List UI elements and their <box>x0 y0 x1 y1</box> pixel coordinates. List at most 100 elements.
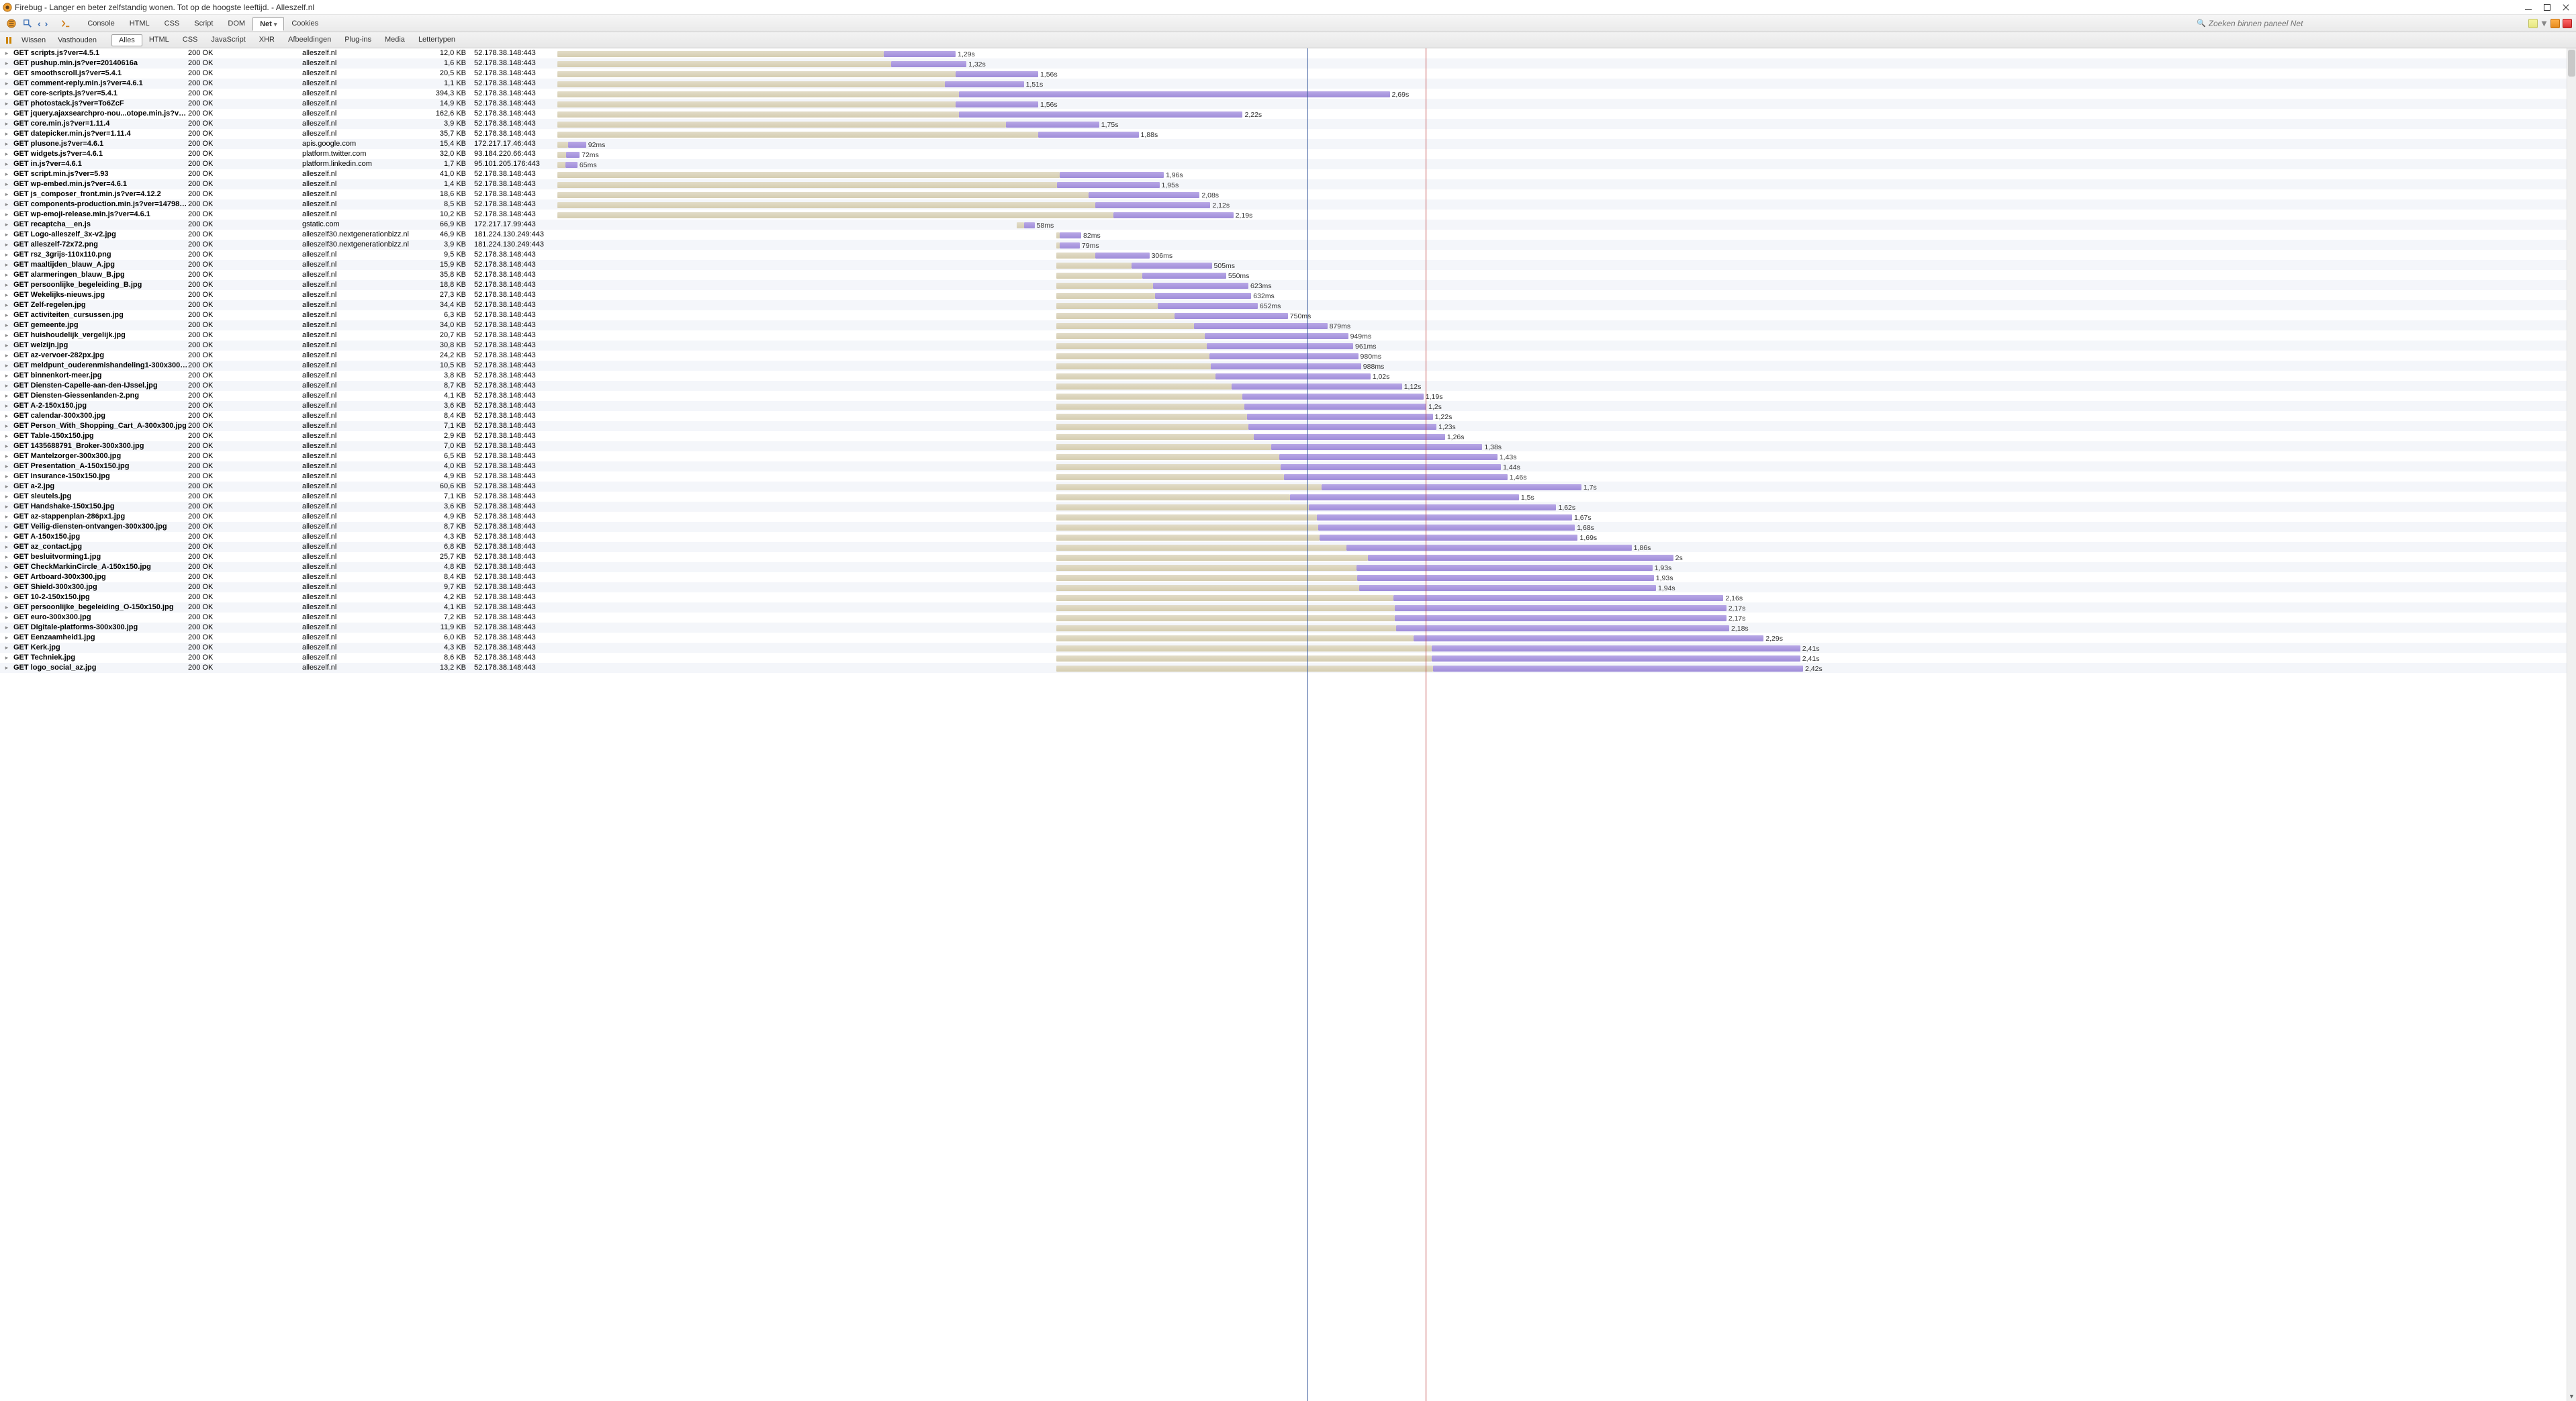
request-url-cell[interactable]: GET Insurance-150x150.jpg <box>13 471 188 482</box>
net-request-row[interactable]: GET az-stappenplan-286px1.jpg200 OKalles… <box>0 512 2567 522</box>
expand-toggle[interactable] <box>0 280 13 290</box>
inspect-button[interactable] <box>20 17 35 30</box>
net-request-row[interactable]: GET wp-embed.min.js?ver=4.6.1200 OKalles… <box>0 179 2567 189</box>
expand-toggle[interactable] <box>0 48 13 58</box>
expand-toggle[interactable] <box>0 552 13 562</box>
net-request-row[interactable]: GET scripts.js?ver=4.5.1200 OKalleszelf.… <box>0 48 2567 58</box>
expand-toggle[interactable] <box>0 592 13 602</box>
expand-toggle[interactable] <box>0 199 13 210</box>
net-request-row[interactable]: GET Table-150x150.jpg200 OKalleszelf.nl2… <box>0 431 2567 441</box>
panel-tab-script[interactable]: Script <box>187 17 220 30</box>
expand-toggle[interactable] <box>0 139 13 149</box>
request-url-cell[interactable]: GET calendar-300x300.jpg <box>13 411 188 421</box>
request-url-cell[interactable]: GET Handshake-150x150.jpg <box>13 502 188 512</box>
net-request-row[interactable]: GET jquery.ajaxsearchpro-nou...otope.min… <box>0 109 2567 119</box>
request-url-cell[interactable]: GET meldpunt_ouderenmishandeling1-300x30… <box>13 361 188 371</box>
net-request-row[interactable]: GET Diensten-Capelle-aan-den-IJssel.jpg2… <box>0 381 2567 391</box>
window-close-button[interactable] <box>2563 4 2569 11</box>
request-url-cell[interactable]: GET Veilig-diensten-ontvangen-300x300.jp… <box>13 522 188 532</box>
expand-toggle[interactable] <box>0 461 13 471</box>
panel-tab-css[interactable]: CSS <box>157 17 187 30</box>
request-url-cell[interactable]: GET Shield-300x300.jpg <box>13 582 188 592</box>
net-request-row[interactable]: GET Wekelijks-nieuws.jpg200 OKalleszelf.… <box>0 290 2567 300</box>
net-request-row[interactable]: GET Techniek.jpg200 OKalleszelf.nl8,6 KB… <box>0 653 2567 663</box>
net-request-row[interactable]: GET 1435688791_Broker-300x300.jpg200 OKa… <box>0 441 2567 451</box>
expand-toggle[interactable] <box>0 330 13 341</box>
net-request-row[interactable]: GET pushup.min.js?ver=20140616a200 OKall… <box>0 58 2567 69</box>
expand-toggle[interactable] <box>0 58 13 69</box>
expand-toggle[interactable] <box>0 169 13 179</box>
request-url-cell[interactable]: GET huishoudelijk_vergelijk.jpg <box>13 330 188 341</box>
expand-toggle[interactable] <box>0 341 13 351</box>
request-url-cell[interactable]: GET datepicker.min.js?ver=1.11.4 <box>13 129 188 139</box>
expand-toggle[interactable] <box>0 99 13 109</box>
request-url-cell[interactable]: GET a-2.jpg <box>13 482 188 492</box>
expand-toggle[interactable] <box>0 119 13 129</box>
scroll-down-arrow[interactable]: ▼ <box>2567 1392 2576 1401</box>
expand-toggle[interactable] <box>0 89 13 99</box>
expand-toggle[interactable] <box>0 421 13 431</box>
expand-toggle[interactable] <box>0 220 13 230</box>
request-url-cell[interactable]: GET Digitale-platforms-300x300.jpg <box>13 623 188 633</box>
expand-toggle[interactable] <box>0 210 13 220</box>
net-request-row[interactable]: GET huishoudelijk_vergelijk.jpg200 OKall… <box>0 330 2567 341</box>
request-url-cell[interactable]: GET A-2-150x150.jpg <box>13 401 188 411</box>
pause-icon[interactable] <box>4 36 13 45</box>
filter-tab-media[interactable]: Media <box>378 34 412 46</box>
expand-toggle[interactable] <box>0 663 13 673</box>
vertical-scrollbar[interactable]: ▲ ▼ <box>2567 48 2576 1401</box>
request-url-cell[interactable]: GET sleutels.jpg <box>13 492 188 502</box>
expand-toggle[interactable] <box>0 179 13 189</box>
panel-tab-console[interactable]: Console <box>80 17 122 30</box>
filter-tab-javascript[interactable]: JavaScript <box>204 34 252 46</box>
expand-toggle[interactable] <box>0 270 13 280</box>
expand-toggle[interactable] <box>0 572 13 582</box>
net-request-row[interactable]: GET core-scripts.js?ver=5.4.1200 OKalles… <box>0 89 2567 99</box>
net-request-row[interactable]: GET core.min.js?ver=1.11.4200 OKalleszel… <box>0 119 2567 129</box>
request-url-cell[interactable]: GET script.min.js?ver=5.93 <box>13 169 188 179</box>
expand-toggle[interactable] <box>0 320 13 330</box>
expand-toggle[interactable] <box>0 411 13 421</box>
expand-toggle[interactable] <box>0 391 13 401</box>
expand-toggle[interactable] <box>0 79 13 89</box>
request-url-cell[interactable]: GET smoothscroll.js?ver=5.4.1 <box>13 69 188 79</box>
net-request-row[interactable]: GET Diensten-Giessenlanden-2.png200 OKal… <box>0 391 2567 401</box>
filter-tab-lettertypen[interactable]: Lettertypen <box>412 34 462 46</box>
net-request-row[interactable]: GET persoonlijke_begeleiding_O-150x150.j… <box>0 602 2567 613</box>
expand-toggle[interactable] <box>0 290 13 300</box>
expand-toggle[interactable] <box>0 250 13 260</box>
net-request-row[interactable]: GET Veilig-diensten-ontvangen-300x300.jp… <box>0 522 2567 532</box>
request-url-cell[interactable]: GET Artboard-300x300.jpg <box>13 572 188 582</box>
expand-toggle[interactable] <box>0 240 13 250</box>
net-request-row[interactable]: GET A-2-150x150.jpg200 OKalleszelf.nl3,6… <box>0 401 2567 411</box>
request-url-cell[interactable]: GET 10-2-150x150.jpg <box>13 592 188 602</box>
request-url-cell[interactable]: GET comment-reply.min.js?ver=4.6.1 <box>13 79 188 89</box>
net-request-row[interactable]: GET js_composer_front.min.js?ver=4.12.22… <box>0 189 2567 199</box>
net-request-row[interactable]: GET az_contact.jpg200 OKalleszelf.nl6,8 … <box>0 542 2567 552</box>
net-request-row[interactable]: GET binnenkort-meer.jpg200 OKalleszelf.n… <box>0 371 2567 381</box>
request-url-cell[interactable]: GET in.js?ver=4.6.1 <box>13 159 188 169</box>
filter-tab-alles[interactable]: Alles <box>111 34 142 46</box>
expand-toggle[interactable] <box>0 159 13 169</box>
expand-toggle[interactable] <box>0 613 13 623</box>
request-url-cell[interactable]: GET Mantelzorger-300x300.jpg <box>13 451 188 461</box>
net-request-row[interactable]: GET logo_social_az.jpg200 OKalleszelf.nl… <box>0 663 2567 673</box>
request-url-cell[interactable]: GET Techniek.jpg <box>13 653 188 663</box>
filter-tab-html[interactable]: HTML <box>142 34 176 46</box>
request-url-cell[interactable]: GET Eenzaamheid1.jpg <box>13 633 188 643</box>
request-url-cell[interactable]: GET az-vervoer-282px.jpg <box>13 351 188 361</box>
request-url-cell[interactable]: GET 1435688791_Broker-300x300.jpg <box>13 441 188 451</box>
window-maximize-button[interactable] <box>2544 4 2550 11</box>
command-line-button[interactable] <box>58 17 73 30</box>
net-request-row[interactable]: GET maaltijden_blauw_A.jpg200 OKalleszel… <box>0 260 2567 270</box>
scroll-thumb[interactable] <box>2568 50 2575 77</box>
request-url-cell[interactable]: GET photostack.js?ver=To6ZcF <box>13 99 188 109</box>
net-request-row[interactable]: GET rsz_3grijs-110x110.png200 OKalleszel… <box>0 250 2567 260</box>
expand-toggle[interactable] <box>0 643 13 653</box>
net-request-row[interactable]: GET components-production.min.js?ver=147… <box>0 199 2567 210</box>
expand-toggle[interactable] <box>0 371 13 381</box>
expand-toggle[interactable] <box>0 431 13 441</box>
request-url-cell[interactable]: GET A-150x150.jpg <box>13 532 188 542</box>
request-url-cell[interactable]: GET activiteiten_cursussen.jpg <box>13 310 188 320</box>
request-url-cell[interactable]: GET plusone.js?ver=4.6.1 <box>13 139 188 149</box>
